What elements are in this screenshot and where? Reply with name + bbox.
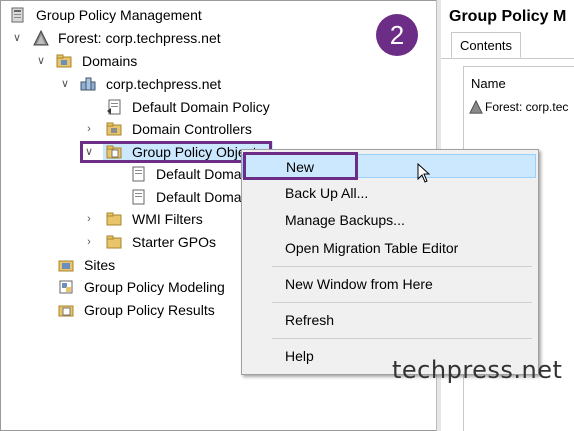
domain-icon [80,77,96,91]
tree-item-wmi-filters[interactable]: › WMI Filters [84,208,244,230]
gpo-link-icon [107,99,121,115]
tree-item-default-domain-policy[interactable]: Default Domain Policy [106,96,306,118]
tab-bar: Contents [441,32,574,59]
chevron-down-icon[interactable]: ∨ [36,50,46,72]
menu-item-refresh[interactable]: Refresh [242,308,536,332]
menu-item-back-up-all[interactable]: Back Up All... [242,181,536,205]
tree-item-label: Default Domai [156,189,245,205]
tree-item-gpo-child[interactable]: Default Domai [130,163,250,185]
tab-contents[interactable]: Contents [451,32,521,58]
details-title: Group Policy M [449,8,567,25]
chevron-right-icon[interactable]: › [84,231,94,253]
tree-item-domains[interactable]: ∨ Domains [36,50,196,72]
tree-item-group-policy-modeling[interactable]: Group Policy Modeling [58,276,258,298]
mouse-cursor-icon [417,163,431,183]
gpo-icon [132,166,145,182]
sites-icon [58,260,74,272]
chevron-down-icon[interactable]: ∨ [60,73,70,95]
tree-item-label: Group Policy Management [36,7,202,23]
tree-item-label: Forest: corp.techpress.net [58,30,221,46]
starter-gpo-folder-icon [106,235,122,249]
tree-item-group-policy-results[interactable]: Group Policy Results [58,299,258,321]
context-menu: New Back Up All... Manage Backups... Ope… [241,149,539,375]
gpm-console-icon [11,7,24,23]
tree-item-label: Default Domain Policy [132,99,270,115]
menu-separator [272,338,532,339]
tree-item-label: Group Policy Modeling [84,279,225,295]
wmi-folder-icon [106,212,122,226]
tree-item-gpo-child[interactable]: Default Domai [130,186,250,208]
new-highlight-box [243,152,358,180]
tree-item-forest[interactable]: ∨ Forest: corp.techpress.net [12,27,272,49]
domains-folder-icon [56,54,72,68]
tree-item-domain[interactable]: ∨ corp.techpress.net [60,73,260,95]
menu-separator [272,302,532,303]
chevron-right-icon[interactable]: › [84,208,94,230]
gpo-icon [132,189,145,205]
forest-icon [33,30,49,46]
tree-item-sites[interactable]: Sites [58,254,178,276]
step-badge: 2 [376,14,418,56]
tree-item-label: Domain Controllers [132,121,252,137]
menu-item-open-migration-table-editor[interactable]: Open Migration Table Editor [242,236,536,260]
tree-item-label: Default Domai [156,166,245,182]
tree-item-label: corp.techpress.net [106,76,222,92]
column-header-name[interactable]: Name [471,76,506,91]
menu-item-new-window-from-here[interactable]: New Window from Here [242,272,536,296]
chevron-right-icon[interactable]: › [84,118,94,140]
chevron-down-icon[interactable]: ∨ [12,27,22,49]
forest-icon [469,100,483,114]
tree-item-label: Group Policy Results [84,302,215,318]
tree-item-root[interactable]: Group Policy Management [10,4,250,26]
list-item-label: Forest: corp.tec [485,100,569,114]
tree-item-label: WMI Filters [132,211,203,227]
menu-item-manage-backups[interactable]: Manage Backups... [242,208,536,232]
watermark: techpress.net [392,356,563,384]
tree-item-label: Sites [84,257,116,273]
menu-separator [272,266,532,267]
modeling-icon [59,280,73,294]
results-icon [58,305,74,317]
tree-item-domain-controllers[interactable]: › Domain Controllers [84,118,284,140]
tree-item-label: Domains [82,53,138,69]
tree-item-starter-gpos[interactable]: › Starter GPOs [84,231,244,253]
ou-folder-icon [106,122,122,136]
tree-item-label: Starter GPOs [132,234,217,250]
